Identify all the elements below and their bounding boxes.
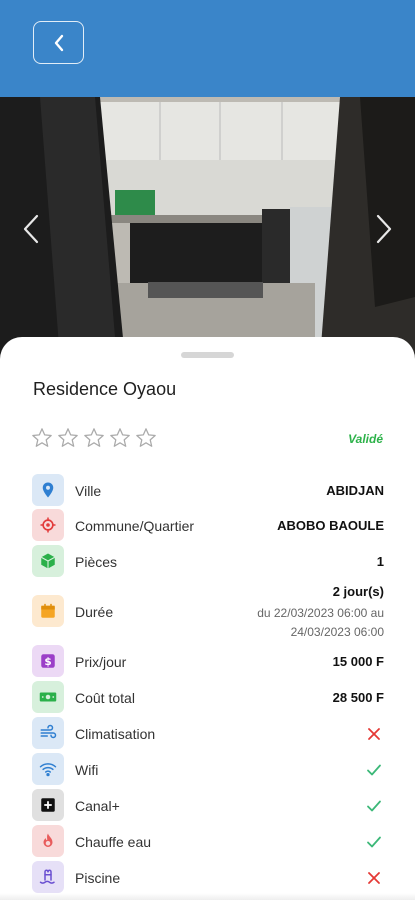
chevron-left-icon[interactable] [20, 214, 42, 244]
listing-title: Residence Oyaou [33, 379, 177, 399]
commune-label: Commune/Quartier [75, 518, 195, 534]
location-pin-icon [32, 474, 64, 506]
drag-handle[interactable] [181, 352, 234, 358]
row-chauffe-eau: Chauffe eau [32, 825, 384, 859]
star-icon[interactable] [83, 427, 105, 449]
flame-icon [32, 825, 64, 857]
row-commune: Commune/Quartier ABOBO BAOULE [32, 509, 384, 543]
back-arrow-icon [54, 34, 63, 51]
row-piscine: Piscine [32, 861, 384, 895]
prix-label: Prix/jour [75, 654, 127, 670]
piscine-label: Piscine [75, 870, 121, 886]
pieces-label: Pièces [75, 554, 118, 570]
ville-label: Ville [75, 483, 102, 499]
pieces-value: 1 [376, 554, 384, 569]
row-duree: Durée 2 jour(s) du 22/03/2023 06:00 au 2… [32, 584, 384, 643]
commune-value: ABOBO BAOULE [277, 518, 384, 533]
chevron-right-icon[interactable] [373, 214, 395, 244]
svg-text:$: $ [44, 656, 51, 668]
rating-stars[interactable] [31, 427, 157, 449]
row-wifi: Wifi [32, 753, 384, 787]
dollar-icon: $ [32, 645, 64, 677]
wifi-label: Wifi [75, 762, 99, 778]
banknote-icon [32, 681, 64, 713]
target-icon [32, 509, 64, 541]
kitchen-photo-illustration [0, 97, 415, 359]
cout-label: Coût total [75, 690, 135, 706]
cube-icon [32, 545, 64, 577]
canal-label: Canal+ [75, 798, 120, 814]
row-cout: Coût total 28 500 F [32, 681, 384, 715]
check-icon [367, 764, 381, 776]
status-badge: Validé [348, 432, 383, 446]
tv-plus-icon [32, 789, 64, 821]
row-climatisation: Climatisation [32, 717, 384, 751]
star-icon[interactable] [135, 427, 157, 449]
duree-range-end: 24/03/2023 06:00 [290, 625, 384, 639]
cout-value: 28 500 F [332, 690, 384, 705]
bottom-edge [0, 893, 415, 900]
star-icon[interactable] [57, 427, 79, 449]
duree-label: Durée [75, 604, 114, 620]
chauffe-eau-label: Chauffe eau [75, 834, 152, 850]
property-photo[interactable] [0, 97, 415, 359]
calendar-icon [32, 595, 64, 627]
duree-value: 2 jour(s) [332, 584, 384, 599]
wifi-icon [32, 753, 64, 785]
climatisation-label: Climatisation [75, 726, 156, 742]
row-pieces: Pièces 1 [32, 545, 384, 579]
ville-value: ABIDJAN [326, 483, 384, 498]
cross-icon [368, 728, 380, 740]
row-prix: $ Prix/jour 15 000 F [32, 645, 384, 679]
details-sheet: Residence Oyaou Validé Ville ABIDJAN Com… [0, 337, 415, 900]
prix-value: 15 000 F [332, 654, 384, 669]
wind-icon [32, 717, 64, 749]
star-icon[interactable] [109, 427, 131, 449]
back-button[interactable] [33, 21, 84, 64]
check-icon [367, 800, 381, 812]
cross-icon [368, 872, 380, 884]
star-icon[interactable] [31, 427, 53, 449]
check-icon [367, 836, 381, 848]
row-ville: Ville ABIDJAN [32, 474, 384, 508]
app-header [0, 0, 415, 97]
pool-icon [32, 861, 64, 893]
row-canal: Canal+ [32, 789, 384, 823]
duree-range-start: du 22/03/2023 06:00 au [257, 606, 384, 620]
